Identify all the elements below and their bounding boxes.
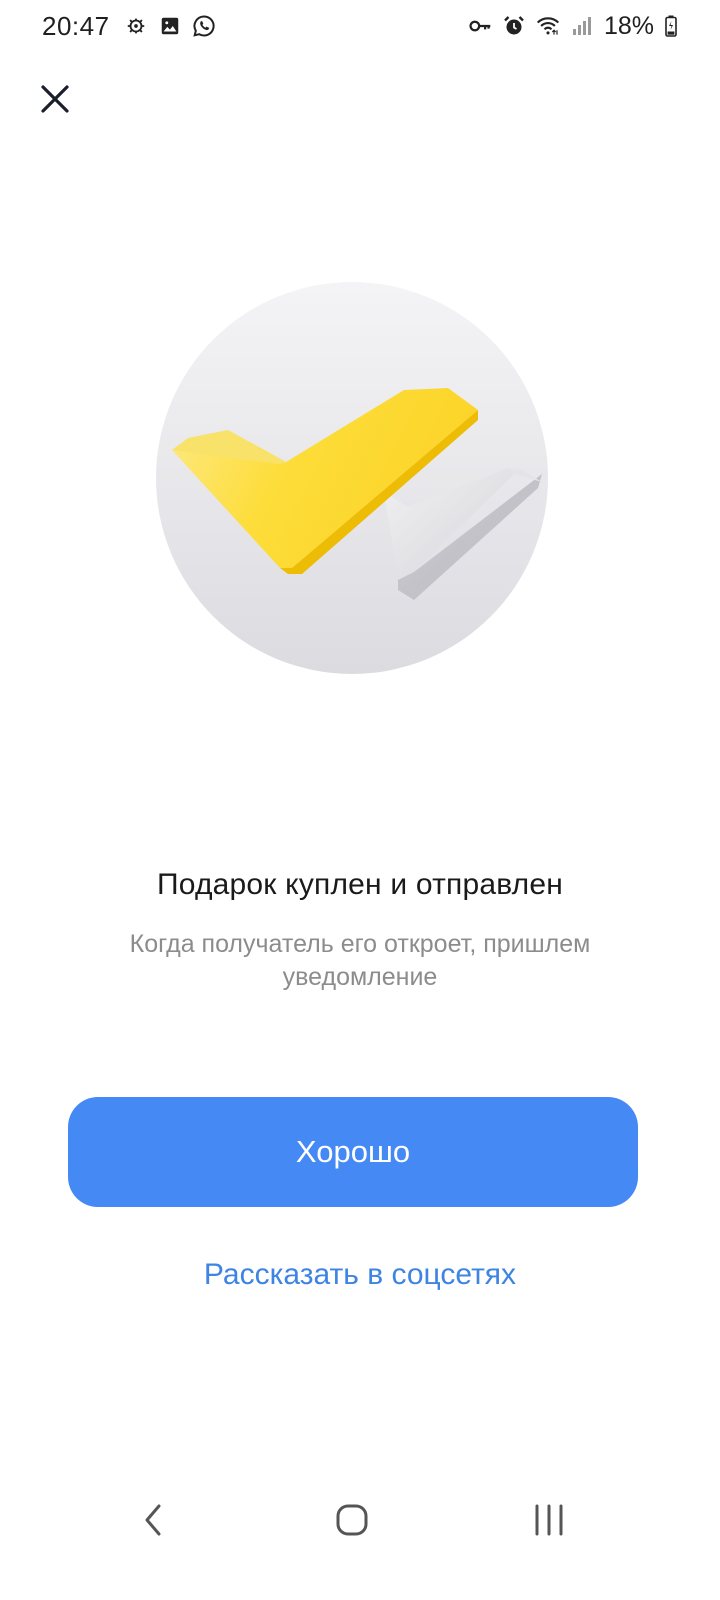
status-left: 20:47	[42, 11, 216, 42]
home-icon	[336, 1504, 368, 1536]
alarm-icon	[502, 14, 526, 38]
recents-button[interactable]	[524, 1498, 574, 1542]
recents-icon	[535, 1504, 563, 1536]
home-button[interactable]	[327, 1498, 377, 1542]
signal-icon	[570, 14, 594, 38]
status-time: 20:47	[42, 10, 110, 41]
share-social-link[interactable]: Рассказать в соцсетях	[0, 1258, 720, 1292]
close-button[interactable]	[36, 80, 74, 118]
wifi-icon	[536, 14, 560, 38]
battery-percent: 18%	[603, 11, 654, 40]
close-icon	[41, 85, 69, 113]
back-button[interactable]	[128, 1498, 178, 1542]
whatsapp-icon	[192, 14, 216, 38]
page-subtitle: Когда получатель его откроет, пришлем ув…	[129, 930, 591, 991]
battery-icon	[664, 14, 678, 38]
gift-sent-screen: 20:47 18% Подарок куплен и отправлен Ког…	[0, 0, 720, 1600]
status-right: 18%	[468, 12, 678, 41]
bug-icon	[124, 14, 148, 38]
system-nav-bar	[0, 1480, 720, 1560]
gallery-icon	[158, 14, 182, 38]
key-icon	[468, 14, 492, 38]
status-bar: 20:47 18%	[0, 0, 720, 52]
back-icon	[145, 1504, 161, 1536]
double-checkmark-illustration	[152, 282, 552, 682]
ok-button[interactable]: Хорошо	[68, 1097, 638, 1207]
page-title: Подарок куплен и отправлен	[156, 868, 564, 901]
